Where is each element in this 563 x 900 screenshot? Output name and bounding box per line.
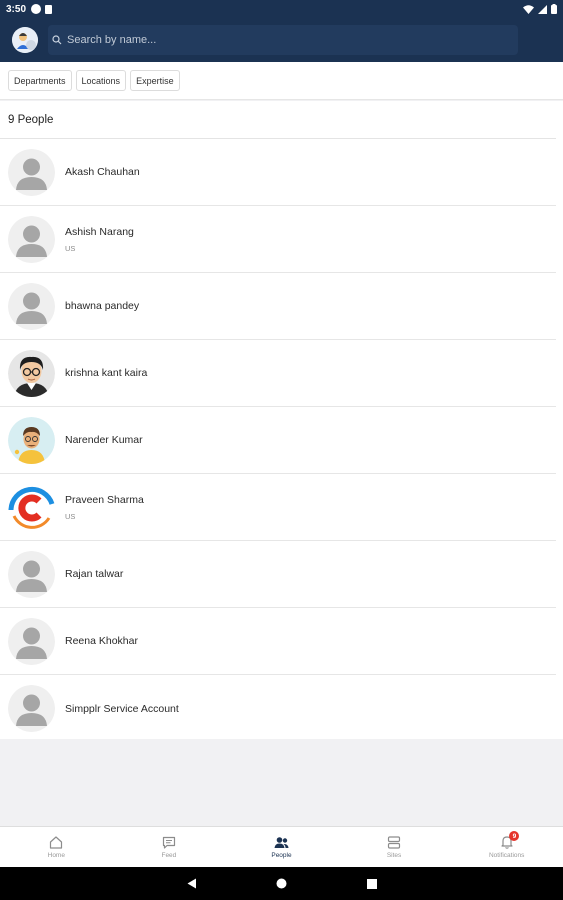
default-avatar-icon [8,282,55,330]
person-location: US [65,511,76,521]
person-name: bhawna pandey [65,300,140,312]
person-row[interactable]: Praveen Sharma US [0,474,556,541]
notifications-badge: 9 [509,831,520,841]
nav-notifications[interactable]: 9 Notifications [450,827,563,867]
search-box[interactable] [48,25,518,55]
cartoon-man-avatar-icon [8,416,55,464]
signal-icon [538,4,547,14]
people-list: 9 People Akash Chauhan Ashish Narang US [0,101,563,739]
recents-button[interactable] [327,878,417,889]
status-time: 3:50 [6,3,27,15]
status-indicators [523,4,557,14]
default-avatar-icon [8,550,55,598]
person-row[interactable]: bhawna pandey [0,273,556,340]
wifi-icon [523,4,534,14]
person-row[interactable]: Reena Khokhar [0,608,556,675]
filter-expertise-button[interactable]: Expertise [130,70,180,91]
nav-notifications-label: Notifications [488,852,525,859]
default-avatar-icon [8,215,55,263]
person-name: krishna kant kaira [65,367,148,379]
nav-sites[interactable]: Sites [338,827,451,867]
profile-avatar[interactable] [12,27,38,53]
recents-square-icon [366,878,377,889]
feed-icon [162,836,175,849]
person-row[interactable]: Akash Chauhan [0,139,556,206]
back-button[interactable] [147,878,237,889]
person-name: Rajan talwar [65,568,124,580]
battery-icon [551,4,557,14]
filter-locations-button[interactable]: Locations [75,70,127,91]
search-icon [52,35,62,45]
nav-feed[interactable]: Feed [113,827,226,867]
person-name: Akash Chauhan [65,166,140,178]
nav-people[interactable]: People [225,827,338,867]
nav-home[interactable]: Home [0,827,113,867]
person-name: Reena Khokhar [65,635,138,647]
glasses-man-avatar-icon [8,349,55,397]
person-name: Praveen Sharma [65,493,144,506]
nav-home-label: Home [47,851,65,859]
home-icon [50,835,63,849]
default-avatar-icon [8,617,55,665]
home-circle-icon [276,878,287,889]
person-name: Simpplr Service Account [65,702,179,715]
person-row[interactable]: krishna kant kaira [0,340,556,407]
nav-people-label: People [271,851,292,859]
person-name: Narender Kumar [65,434,143,446]
search-input[interactable] [67,34,467,46]
person-name: Ashish Narang [65,225,134,238]
back-triangle-icon [187,878,196,889]
person-row[interactable]: Simpplr Service Account [0,675,556,742]
person-location: US [65,243,76,253]
status-bar: 3:50 [0,0,563,18]
people-icon [274,836,289,848]
person-row[interactable]: Ashish Narang US [0,206,556,273]
home-system-button[interactable] [237,878,327,889]
sites-icon [387,835,401,849]
nav-sites-label: Sites [386,851,402,859]
system-nav-bar [0,867,563,900]
person-row[interactable]: Rajan talwar [0,541,556,608]
filter-bar: Departments Locations Expertise [0,62,563,100]
person-row[interactable]: Narender Kumar [0,407,556,474]
app-notification-icon [31,4,42,14]
c-logo-avatar-icon [8,483,55,531]
document-notification-icon [45,4,53,14]
user-profile-icon [12,27,38,53]
filter-departments-button[interactable]: Departments [8,70,72,91]
bottom-nav: Home Feed People Sites 9 Notifications [0,826,563,867]
default-avatar-icon [8,148,55,196]
nav-feed-label: Feed [161,851,177,859]
default-avatar-icon [8,685,55,732]
people-count: 9 People [0,101,556,139]
app-root: 3:50 Departments Locations Experti [0,0,563,900]
app-bar [0,18,563,62]
